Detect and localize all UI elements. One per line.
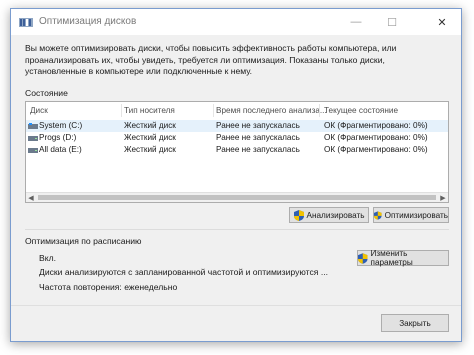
uac-shield-icon: [293, 209, 304, 221]
column-separator[interactable]: [213, 104, 214, 117]
uac-shield-icon: [374, 210, 382, 220]
schedule-state: Вкл.: [39, 253, 56, 263]
horizontal-scrollbar[interactable]: ◀ ▶: [26, 192, 448, 202]
defrag-window: Оптимизация дисков — ☐ ✕ Вы можете оптим…: [10, 8, 462, 342]
uac-shield-icon: [358, 252, 368, 264]
drive-state: ОК (Фрагментировано: 0%): [324, 133, 428, 142]
maximize-button[interactable]: ☐: [377, 9, 407, 35]
minimize-button[interactable]: —: [341, 9, 371, 35]
dialog-footer: Закрыть: [11, 305, 461, 341]
status-section-label: Состояние: [25, 88, 68, 98]
change-settings-button[interactable]: Изменить параметры: [357, 249, 449, 267]
change-settings-label: Изменить параметры: [370, 249, 413, 267]
description-text: Вы можете оптимизировать диски, чтобы по…: [25, 43, 397, 76]
close-window-button[interactable]: ✕: [427, 9, 457, 35]
list-header: Диск Тип носителя Время последнего анали…: [26, 102, 448, 119]
schedule-frequency: Частота повторения: еженедельно: [39, 282, 178, 292]
drive-last-analysis: Ранее не запускалась: [216, 133, 300, 142]
drive-media: Жесткий диск: [124, 121, 176, 130]
drive-icon: [28, 148, 38, 153]
drive-state: ОК (Фрагментировано: 0%): [324, 121, 428, 130]
drive-row[interactable]: Progs (D:) Жесткий диск Ранее не запуска…: [26, 132, 448, 144]
window-title: Оптимизация дисков: [39, 16, 137, 27]
drive-last-analysis: Ранее не запускалась: [216, 121, 300, 130]
column-separator[interactable]: [319, 104, 320, 117]
drive-last-analysis: Ранее не запускалась: [216, 145, 300, 154]
section-divider: [25, 229, 449, 230]
drive-name: All data (E:): [39, 145, 82, 154]
drive-state: ОК (Фрагментировано: 0%): [324, 145, 428, 154]
scrollbar-thumb[interactable]: [38, 195, 436, 200]
scroll-left-icon[interactable]: ◀: [26, 193, 36, 202]
column-header-media[interactable]: Тип носителя: [124, 106, 175, 115]
drive-media: Жесткий диск: [124, 133, 176, 142]
column-separator[interactable]: [121, 104, 122, 117]
shadow: Оптимизация дисков — ☐ ✕ Вы можете оптим…: [10, 8, 462, 342]
drive-name: Progs (D:): [39, 133, 77, 142]
drive-name: System (C:): [39, 121, 83, 130]
analyze-button-label: Анализировать: [306, 210, 365, 220]
windows-drive-icon: [28, 123, 38, 129]
schedule-section-label: Оптимизация по расписанию: [25, 236, 142, 246]
drive-icon: [28, 136, 38, 141]
column-header-state[interactable]: Текущее состояние: [324, 106, 398, 115]
title-bar[interactable]: Оптимизация дисков — ☐ ✕: [11, 9, 461, 35]
defrag-app-icon: [19, 18, 33, 27]
column-header-disk[interactable]: Диск: [30, 106, 48, 115]
drive-row[interactable]: System (C:) Жесткий диск Ранее не запуск…: [26, 120, 448, 132]
drive-media: Жесткий диск: [124, 145, 176, 154]
schedule-details: Диски анализируются с запланированной ча…: [39, 267, 328, 277]
scroll-right-icon[interactable]: ▶: [438, 193, 448, 202]
close-button[interactable]: Закрыть: [381, 314, 449, 332]
drive-row[interactable]: All data (E:) Жесткий диск Ранее не запу…: [26, 144, 448, 156]
drives-list[interactable]: Диск Тип носителя Время последнего анали…: [25, 101, 449, 203]
analyze-button[interactable]: Анализировать: [289, 207, 369, 223]
column-header-last-analysis[interactable]: Время последнего анализа...: [216, 106, 327, 115]
optimize-button-label: Оптимизировать: [384, 210, 448, 220]
optimize-button[interactable]: Оптимизировать: [373, 207, 449, 223]
